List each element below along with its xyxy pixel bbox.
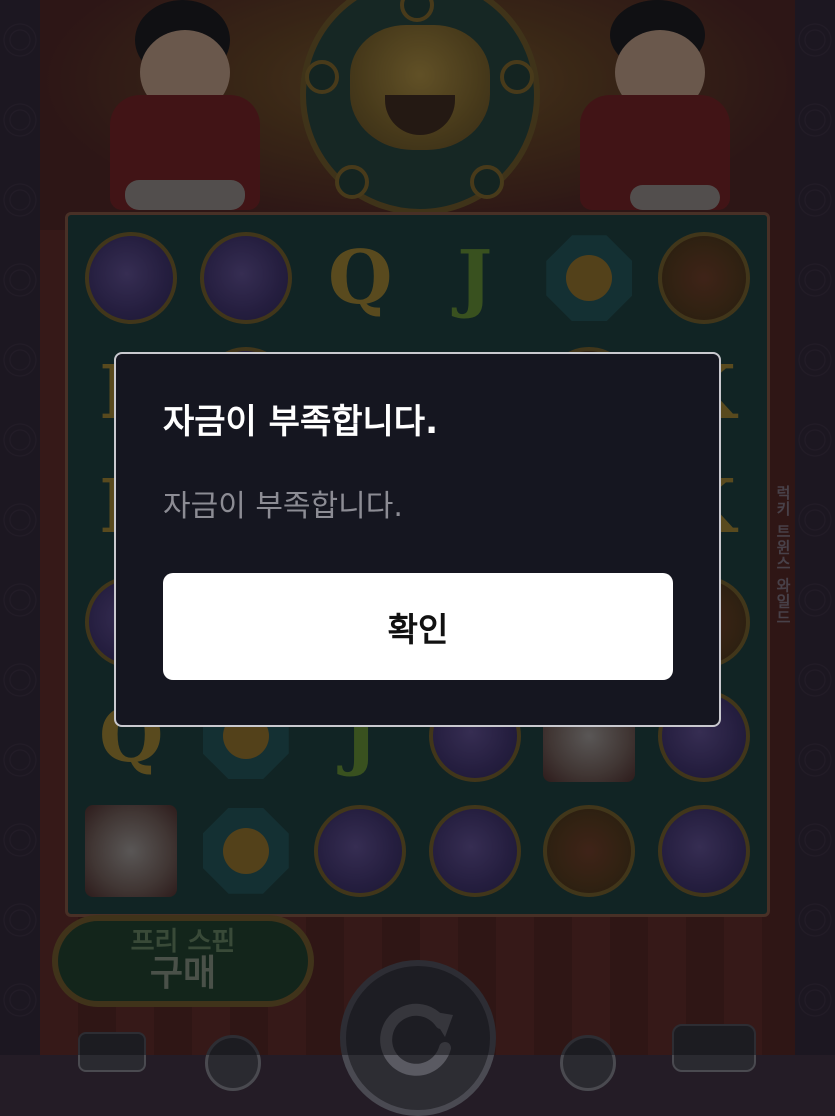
confirm-button[interactable]: 확인 [163, 573, 673, 680]
insufficient-funds-dialog: 자금이 부족합니다. 자금이 부족합니다. 확인 [114, 352, 721, 727]
dialog-message: 자금이 부족합니다. [163, 489, 403, 524]
dialog-title: 자금이 부족합니다. [163, 402, 438, 442]
